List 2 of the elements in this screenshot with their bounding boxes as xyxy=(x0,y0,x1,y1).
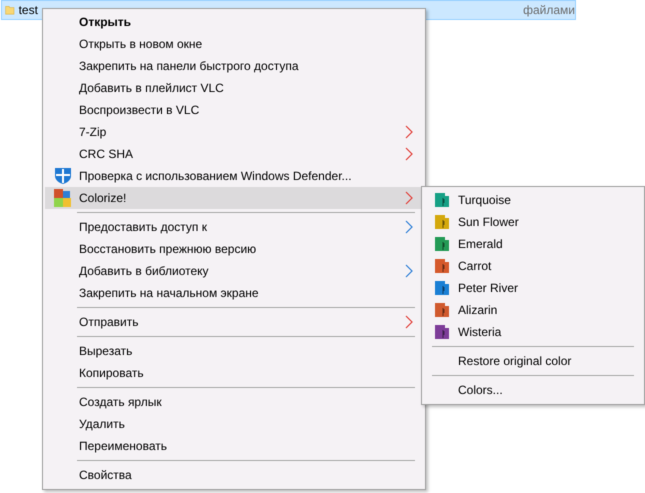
file-name: test xyxy=(18,3,39,17)
file-type: файлами xyxy=(523,3,575,17)
